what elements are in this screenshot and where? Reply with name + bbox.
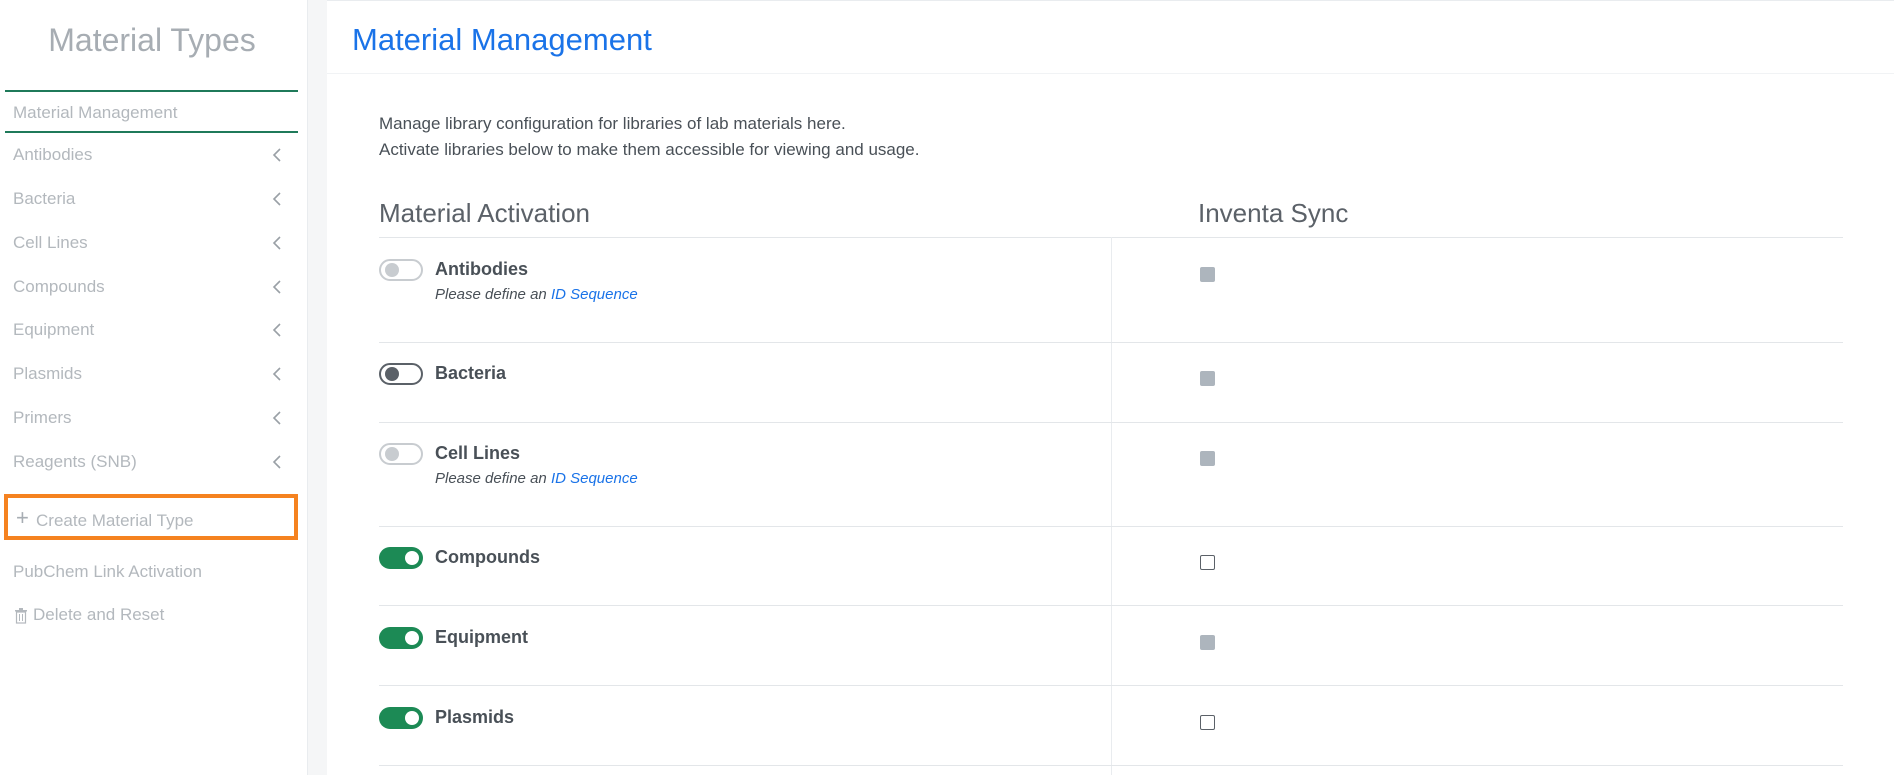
row-divider [379, 526, 1843, 527]
activation-toggle[interactable] [379, 443, 423, 465]
activation-toggle[interactable] [379, 627, 423, 649]
activation-toggle[interactable] [379, 363, 423, 385]
sidebar-item-label: Reagents (SNB) [13, 452, 137, 471]
inventa-sync-checkbox[interactable] [1200, 267, 1215, 282]
chevron-left-icon [272, 148, 281, 162]
row-divider [379, 605, 1843, 606]
chevron-left-icon [272, 236, 281, 250]
inventa-sync-checkbox[interactable] [1200, 635, 1215, 650]
id-sequence-note: Please define an ID Sequence [435, 470, 638, 487]
sidebar-item-label: PubChem Link Activation [13, 562, 202, 581]
header-divider [327, 73, 1894, 74]
chevron-left-icon [272, 455, 281, 469]
sidebar-item-antibodies[interactable]: Antibodies [5, 136, 298, 176]
sidebar-item-pubchem-link-activation[interactable]: PubChem Link Activation [5, 553, 298, 593]
sidebar-item-material-management[interactable]: Material Management [5, 90, 298, 133]
activation-toggle[interactable] [379, 707, 423, 729]
sidebar-item-plasmids[interactable]: Plasmids [5, 355, 298, 395]
chevron-left-icon [272, 367, 281, 381]
sidebar-item-label: Bacteria [13, 189, 76, 208]
row-divider [379, 765, 1843, 766]
row-divider [379, 685, 1843, 686]
sidebar-item-label: Plasmids [13, 364, 82, 383]
toggle-knob [405, 551, 419, 565]
toggle-knob [385, 447, 399, 461]
sidebar: Material Types Material Management Antib… [0, 0, 307, 775]
material-name: Equipment [435, 627, 528, 647]
activation-toggle[interactable] [379, 259, 423, 281]
sidebar-item-label: Primers [13, 408, 72, 427]
page-title: Material Management [352, 22, 652, 57]
sidebar-item-cell-lines[interactable]: Cell Lines [5, 224, 298, 264]
inventa-sync-checkbox[interactable] [1200, 371, 1215, 386]
inventa-sync-checkbox[interactable] [1200, 715, 1215, 730]
sidebar-divider [307, 0, 327, 775]
row-divider [379, 342, 1843, 343]
material-name: Plasmids [435, 707, 515, 727]
sidebar-item-label: Antibodies [13, 145, 93, 164]
sidebar-item-label: Delete and Reset [33, 605, 165, 624]
description-line-1: Manage library configuration for librari… [379, 114, 846, 133]
sidebar-item-bacteria[interactable]: Bacteria [5, 180, 298, 220]
sidebar-item-label: Equipment [13, 320, 95, 339]
chevron-left-icon [272, 323, 281, 337]
top-border [327, 0, 1894, 1]
material-name: Cell Lines [435, 443, 521, 463]
material-name: Bacteria [435, 363, 507, 383]
main-content: Material Management Manage library confi… [327, 0, 1894, 775]
sidebar-item-equipment[interactable]: Equipment [5, 311, 298, 351]
activation-toggle[interactable] [379, 547, 423, 569]
material-activation-heading: Material Activation [379, 198, 590, 228]
sidebar-item-primers[interactable]: Primers [5, 399, 298, 439]
note-text: Please define an [435, 286, 547, 303]
sidebar-title: Material Types [48, 22, 256, 58]
sidebar-item-compounds[interactable]: Compounds [5, 268, 298, 308]
description-line-2: Activate libraries below to make them ac… [379, 140, 920, 159]
id-sequence-note: Please define an ID Sequence [435, 286, 638, 303]
inventa-sync-heading: Inventa Sync [1198, 198, 1349, 228]
create-material-type-label: Create Material Type [36, 511, 194, 530]
create-material-type-button[interactable]: + Create Material Type [4, 494, 298, 540]
app: Material Types Material Management Antib… [0, 0, 1894, 775]
chevron-left-icon [272, 411, 281, 425]
id-sequence-link[interactable]: ID Sequence [551, 286, 638, 303]
plus-icon: + [16, 505, 29, 530]
row-divider [379, 422, 1843, 423]
sidebar-item-reagents[interactable]: Reagents (SNB) [5, 443, 298, 483]
inventa-sync-checkbox[interactable] [1200, 555, 1215, 570]
material-name: Antibodies [435, 259, 528, 279]
toggle-knob [385, 367, 399, 381]
sidebar-item-label: Cell Lines [13, 233, 88, 252]
sidebar-item-label: Material Management [13, 103, 178, 122]
chevron-left-icon [272, 192, 281, 206]
sidebar-item-delete-and-reset[interactable]: Delete and Reset [5, 596, 298, 636]
toggle-knob [405, 711, 419, 725]
id-sequence-link[interactable]: ID Sequence [551, 470, 638, 487]
trash-icon [15, 608, 27, 624]
toggle-knob [405, 631, 419, 645]
toggle-knob [385, 263, 399, 277]
chevron-left-icon [272, 280, 281, 294]
column-divider [1111, 237, 1112, 775]
sidebar-item-label: Compounds [13, 277, 105, 296]
material-name: Compounds [435, 547, 540, 567]
note-text: Please define an [435, 470, 547, 487]
inventa-sync-checkbox[interactable] [1200, 451, 1215, 466]
